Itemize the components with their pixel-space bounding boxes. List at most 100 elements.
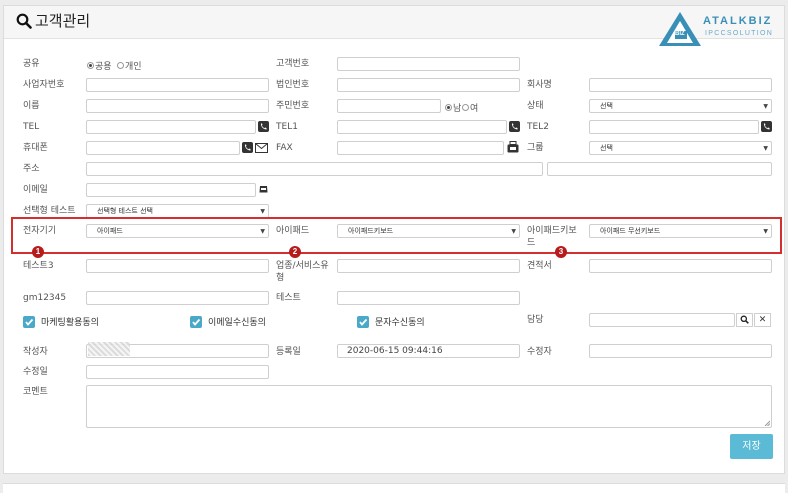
- page-title: 고객관리: [16, 10, 90, 31]
- comment-label: 코멘트: [23, 387, 48, 397]
- envelope-icon[interactable]: [255, 143, 268, 153]
- address-input[interactable]: [86, 162, 543, 176]
- edit-date-label: 수정일: [23, 367, 48, 377]
- mobile-input[interactable]: [86, 141, 240, 155]
- radio-dot: [462, 104, 469, 111]
- test3-input[interactable]: [86, 259, 269, 273]
- caret-down-icon: ▼: [763, 103, 768, 110]
- test-input[interactable]: [337, 291, 520, 305]
- select-test-select[interactable]: 선택형 테스트 선택 ▼: [86, 204, 269, 218]
- select-test-label: 선택형 테스트: [23, 206, 76, 216]
- consent-email-checkbox[interactable]: [190, 316, 202, 328]
- phone-icon[interactable]: [761, 121, 772, 132]
- tel-input[interactable]: [86, 120, 256, 134]
- radio-dot: [445, 104, 452, 111]
- device-label: 전자기기: [23, 226, 57, 236]
- radio-dot: [117, 62, 124, 69]
- address-label: 주소: [23, 164, 40, 174]
- caret-down-icon: ▼: [763, 145, 768, 152]
- caret-down-icon: ▼: [763, 228, 768, 235]
- consent-sms-checkbox[interactable]: [357, 316, 369, 328]
- ipad-kb-label: 아이패드키보: [527, 226, 577, 236]
- fax-icon[interactable]: [507, 141, 519, 153]
- corp-no-input[interactable]: [337, 78, 520, 92]
- consent-marketing-checkbox[interactable]: [23, 316, 35, 328]
- ipad-label: 아이패드: [276, 226, 310, 236]
- corp-no-label: 법인번호: [276, 80, 310, 90]
- resident-no-input[interactable]: [337, 99, 441, 113]
- group-label: 그룹: [527, 143, 544, 153]
- fax-label: FAX: [276, 143, 293, 153]
- share-label: 공유: [23, 59, 40, 69]
- industry-label: 업종/서비스유: [276, 261, 329, 271]
- select-value: 선택: [600, 102, 613, 110]
- share-public-radio[interactable]: 공용: [87, 59, 112, 72]
- search-icon: [16, 13, 32, 29]
- name-label: 이름: [23, 101, 40, 111]
- tel-label: TEL: [23, 122, 40, 132]
- badge-3: 3: [555, 246, 567, 258]
- tel2-label: TEL2: [527, 122, 549, 132]
- badge-2: 2: [289, 246, 301, 258]
- select-value: 선택: [600, 144, 613, 152]
- reg-date-input[interactable]: 2020-06-15 09:44:16: [337, 344, 520, 358]
- select-value: 선택형 테스트 선택: [97, 207, 153, 215]
- gender-male-radio[interactable]: 남: [445, 101, 461, 114]
- status-select[interactable]: 선택 ▼: [589, 99, 772, 113]
- tel2-input[interactable]: [589, 120, 759, 134]
- author-label: 작성자: [23, 347, 48, 357]
- ipad-kb-label-line2: 드: [527, 238, 536, 248]
- customer-no-label: 고객번호: [276, 59, 310, 69]
- biz-no-label: 사업자번호: [23, 80, 65, 90]
- radio-label: 개인: [125, 62, 142, 72]
- address-detail-input[interactable]: [547, 162, 772, 176]
- group-select[interactable]: 선택 ▼: [589, 141, 772, 155]
- phone-icon[interactable]: [242, 142, 253, 153]
- customer-no-input[interactable]: [337, 57, 520, 71]
- logo-mark-text: BIZ: [675, 31, 685, 37]
- author-redacted: [88, 342, 130, 356]
- save-button[interactable]: 저장: [730, 434, 773, 459]
- consent-sms-label: 문자수신동의: [375, 318, 425, 328]
- company-label: 회사명: [527, 80, 552, 90]
- tel1-input[interactable]: [337, 120, 507, 134]
- device-select[interactable]: 아이패드 ▼: [86, 224, 269, 238]
- checkmark-icon: [359, 318, 368, 326]
- industry-input[interactable]: [337, 259, 520, 273]
- radio-dot: [87, 62, 94, 69]
- biz-no-input[interactable]: [86, 78, 269, 92]
- caret-down-icon: ▼: [511, 228, 516, 235]
- manager-label: 담당: [527, 315, 544, 325]
- ipad-select[interactable]: 아이패드키보드 ▼: [337, 224, 520, 238]
- editor-label: 수정자: [527, 347, 552, 357]
- comment-textarea[interactable]: [86, 385, 772, 428]
- bottom-panel: [3, 483, 785, 493]
- resize-handle-icon[interactable]: [764, 420, 770, 426]
- inbox-icon[interactable]: [259, 185, 268, 193]
- manager-search-button[interactable]: [736, 313, 753, 327]
- caret-down-icon: ▼: [260, 228, 265, 235]
- atalkbiz-logo: BIZ ATALKBIZ IPCCSOLUTION: [657, 10, 782, 50]
- company-input[interactable]: [589, 78, 772, 92]
- test3-label: 테스트3: [23, 261, 54, 271]
- quote-input[interactable]: [589, 259, 772, 273]
- gender-female-radio[interactable]: 여: [462, 101, 478, 114]
- manager-input[interactable]: [589, 313, 735, 327]
- ipad-kb-select[interactable]: 아이패드 무선키보드 ▼: [589, 224, 772, 238]
- select-value: 아이패드키보드: [348, 227, 394, 235]
- email-label: 이메일: [23, 185, 48, 195]
- fax-input[interactable]: [337, 141, 504, 155]
- tel1-label: TEL1: [276, 122, 298, 132]
- share-private-radio[interactable]: 개인: [117, 59, 142, 72]
- editor-input[interactable]: [589, 344, 772, 358]
- email-input[interactable]: [86, 183, 256, 197]
- edit-date-input[interactable]: [86, 365, 269, 379]
- radio-label: 여: [470, 104, 479, 114]
- name-input[interactable]: [86, 99, 269, 113]
- logo-brand: ATALKBIZ: [703, 15, 773, 27]
- checkmark-icon: [192, 318, 201, 326]
- phone-icon[interactable]: [258, 121, 269, 132]
- gm-input[interactable]: [86, 291, 269, 305]
- manager-clear-button[interactable]: ✕: [754, 313, 771, 327]
- phone-icon[interactable]: [509, 121, 520, 132]
